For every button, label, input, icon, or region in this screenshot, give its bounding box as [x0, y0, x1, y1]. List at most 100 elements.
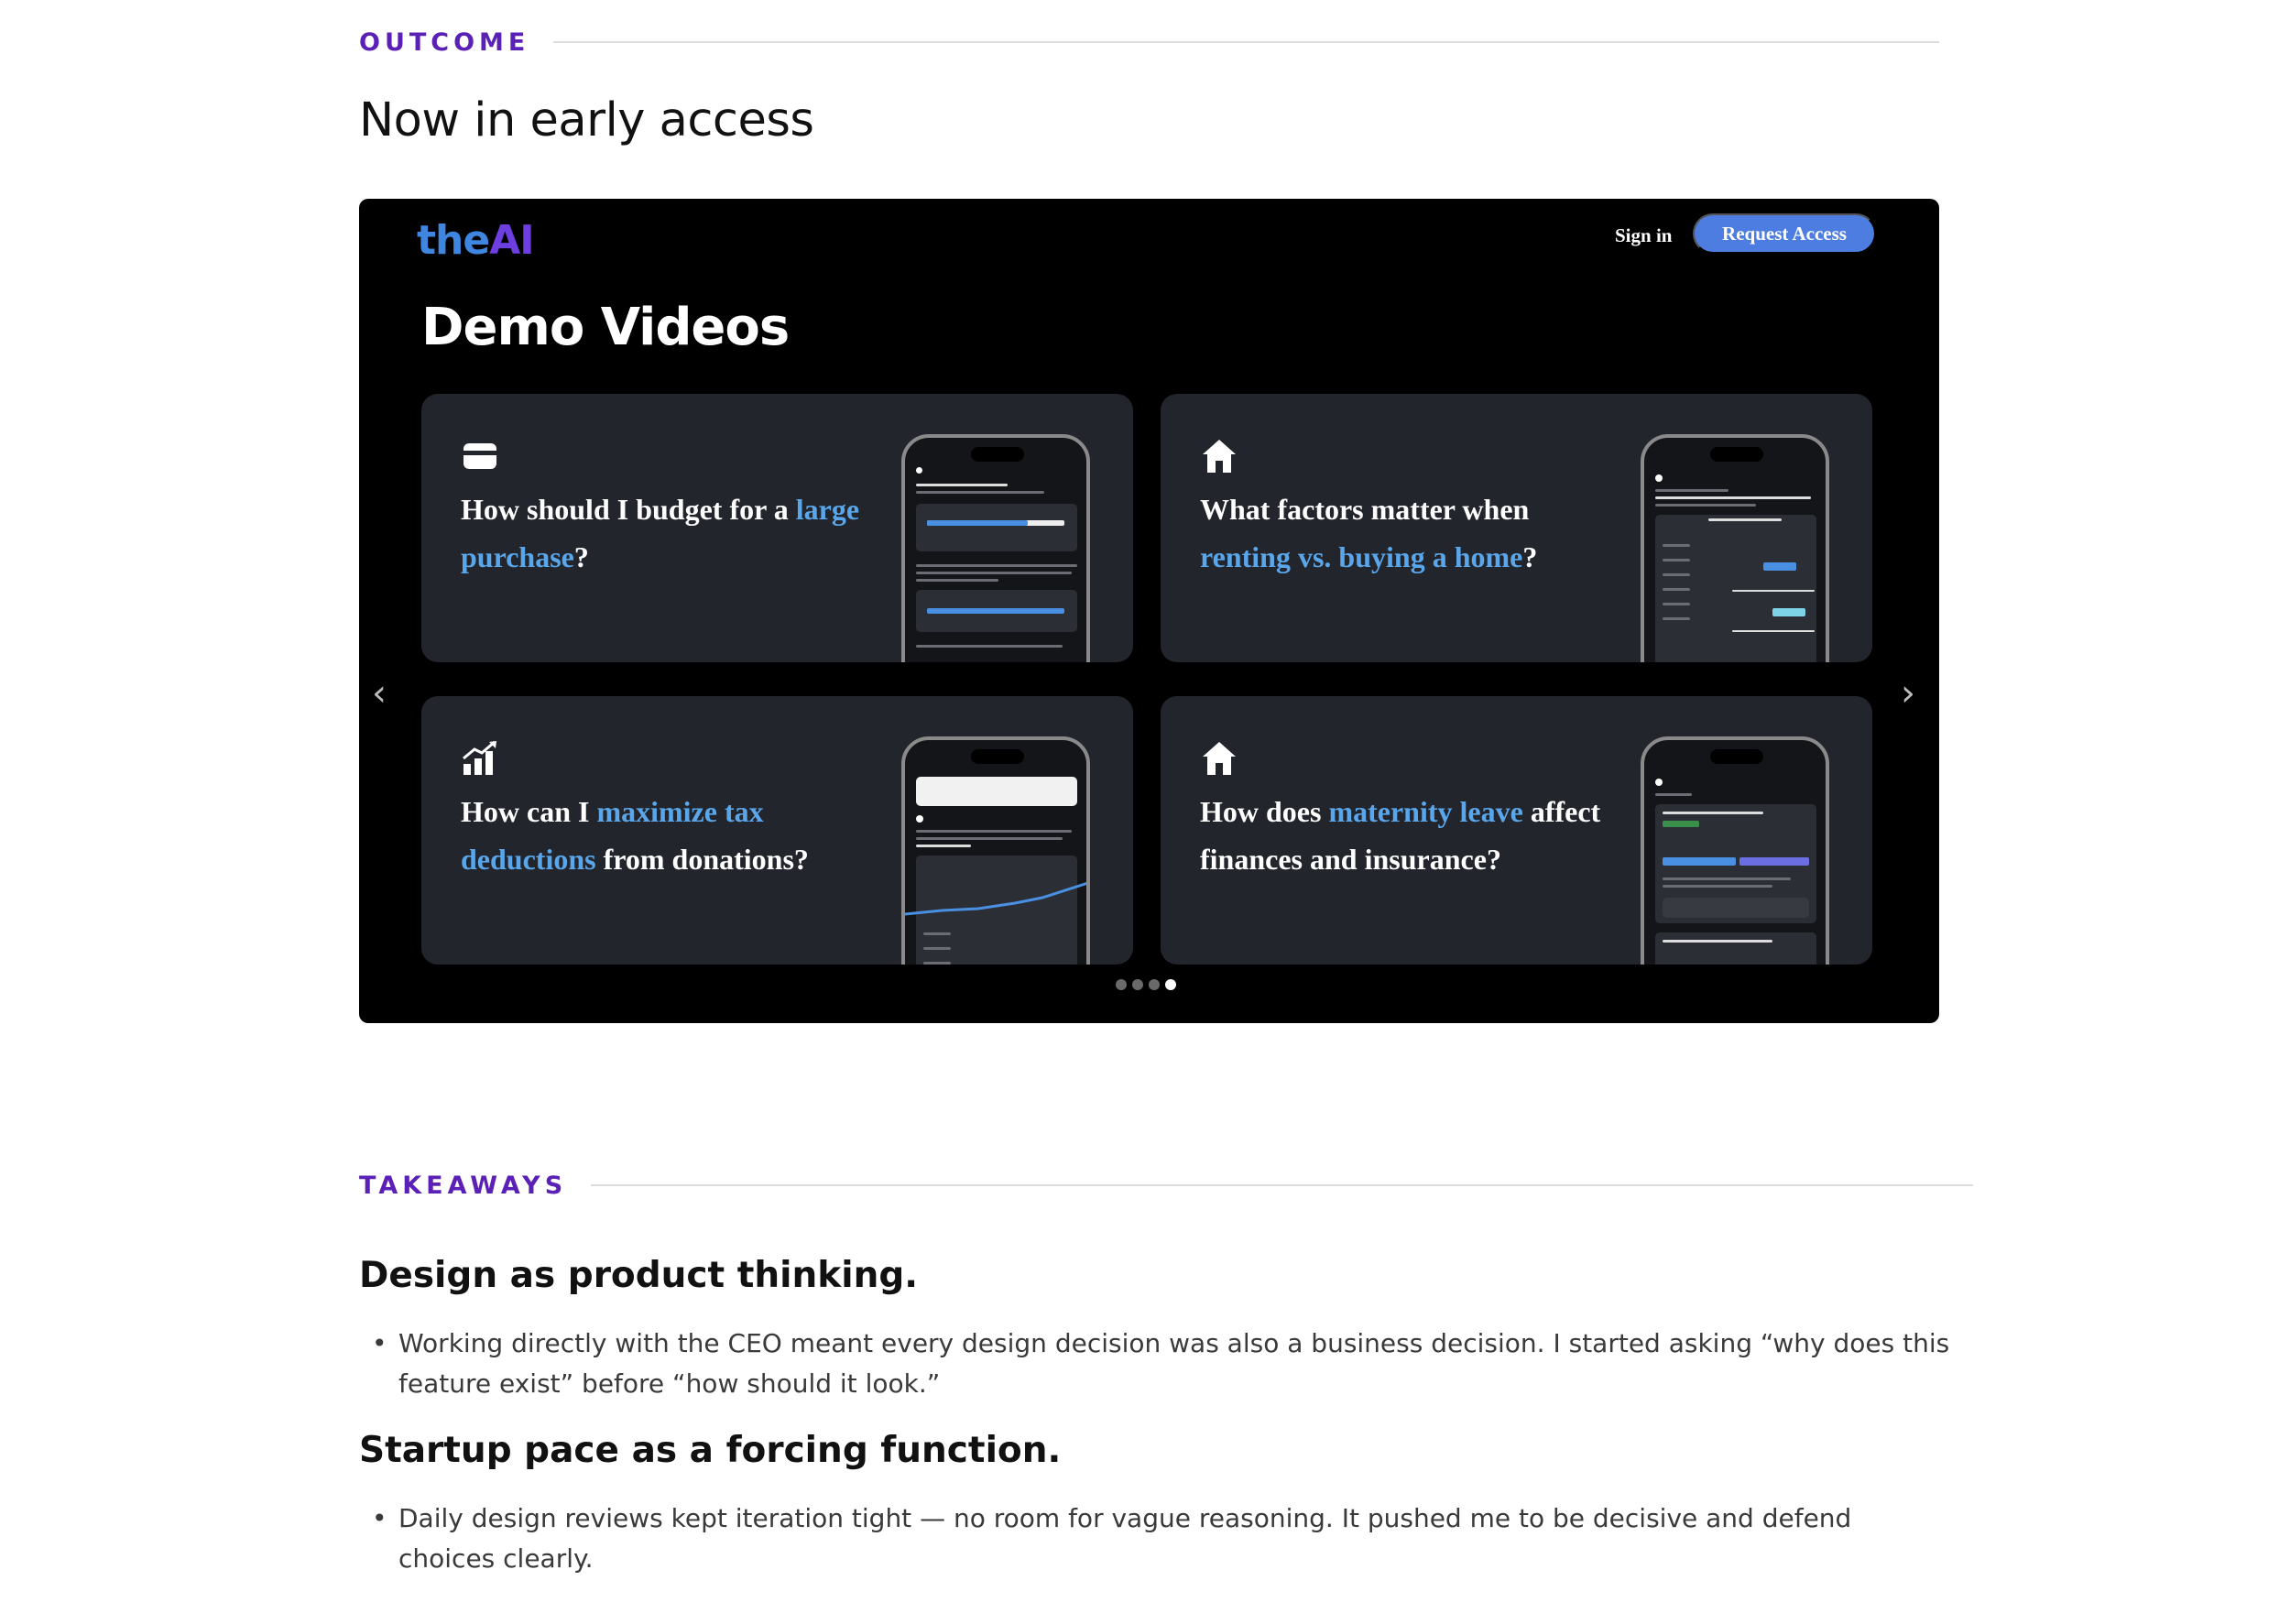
phone-mockup: [901, 434, 1090, 662]
phone-bar: [1663, 857, 1736, 866]
phone-notch: [1710, 447, 1763, 462]
carousel-dots: [1116, 979, 1176, 990]
phone-dot: [1655, 474, 1663, 482]
phone-line-chart: [905, 881, 1086, 916]
phone-line: [1655, 504, 1756, 507]
takeaways-section-header: TAKEAWAYS: [359, 1169, 1973, 1202]
demo-screenshot: theAI Sign in Request Access Demo Videos…: [359, 199, 1939, 1023]
phone-line: [1655, 496, 1811, 499]
card-question-text: How can I: [461, 795, 597, 828]
demo-card-maternity-leave[interactable]: How does maternity leave affect finances…: [1161, 696, 1872, 965]
takeaway-heading: Startup pace as a forcing function.: [359, 1430, 1062, 1471]
card-question: How should I budget for a large purchase…: [461, 485, 882, 581]
phone-bar: [927, 608, 1064, 614]
card-question-highlight: renting vs. buying a home: [1200, 540, 1523, 573]
phone-input: [916, 777, 1077, 806]
takeaway-list: Daily design reviews kept iteration tigh…: [359, 1499, 1953, 1579]
phone-line: [916, 579, 998, 582]
home-icon: [1203, 440, 1236, 473]
phone-line: [1663, 603, 1690, 605]
phone-line: [916, 645, 1063, 648]
phone-line: [916, 484, 1008, 486]
sign-in-link[interactable]: Sign in: [1615, 224, 1672, 247]
phone-line: [923, 962, 951, 965]
demo-card-rent-vs-buy[interactable]: What factors matter when renting vs. buy…: [1161, 394, 1872, 662]
page-title: Now in early access: [359, 93, 814, 147]
phone-bar: [927, 520, 1028, 526]
phone-card: [916, 504, 1077, 551]
phone-line: [1708, 518, 1782, 521]
divider: [591, 1184, 1973, 1186]
request-access-button[interactable]: Request Access: [1693, 213, 1876, 254]
phone-bar: [1739, 857, 1809, 866]
logo-part-1: the: [417, 217, 490, 264]
phone-line: [1732, 590, 1815, 592]
card-question: What factors matter when renting vs. buy…: [1200, 485, 1621, 581]
phone-notch: [1710, 749, 1763, 764]
card-question-text: from donations?: [595, 843, 809, 876]
phone-dot: [1655, 779, 1663, 786]
carousel-prev-button[interactable]: ‹: [372, 675, 399, 712]
phone-notch: [971, 749, 1024, 764]
phone-line: [1732, 630, 1815, 632]
logo-part-2: AI: [489, 217, 534, 264]
phone-line: [923, 947, 951, 950]
divider: [553, 41, 1939, 43]
phone-line: [1663, 617, 1690, 620]
phone-line: [923, 932, 951, 935]
phone-dot: [916, 815, 923, 823]
demo-card-budget[interactable]: How should I budget for a large purchase…: [421, 394, 1133, 662]
card-question: How can I maximize tax deductions from d…: [461, 788, 882, 883]
wallet-icon: [463, 443, 496, 469]
carousel-dot[interactable]: [1149, 979, 1160, 990]
phone-tag: [1763, 562, 1796, 571]
takeaway-heading: Design as product thinking.: [359, 1255, 919, 1296]
phone-tag: [1663, 821, 1699, 827]
phone-mockup: [1641, 434, 1829, 662]
phone-card: [1663, 898, 1809, 918]
phone-line: [916, 830, 1072, 833]
card-question: How does maternity leave affect finances…: [1200, 788, 1621, 883]
phone-line: [1663, 544, 1690, 547]
phone-line: [1663, 885, 1772, 888]
card-question-text: What factors matter when: [1200, 493, 1530, 526]
phone-line: [1663, 877, 1791, 880]
carousel-dot[interactable]: [1165, 979, 1176, 990]
home-icon: [1203, 742, 1236, 775]
phone-dot: [916, 467, 922, 474]
phone-line: [916, 837, 1063, 840]
carousel-dot[interactable]: [1116, 979, 1127, 990]
takeaway-list: Working directly with the CEO meant ever…: [359, 1324, 1953, 1404]
phone-tag: [1772, 608, 1805, 616]
card-question-text: ?: [573, 540, 589, 573]
list-item: Daily design reviews kept iteration tigh…: [359, 1499, 1953, 1579]
carousel-next-button[interactable]: ›: [1901, 675, 1928, 712]
phone-line: [1663, 812, 1763, 814]
demo-card-tax-deductions[interactable]: How can I maximize tax deductions from d…: [421, 696, 1133, 965]
logo[interactable]: theAI: [417, 217, 535, 264]
card-question-text: How should I budget for a: [461, 493, 796, 526]
carousel-dot[interactable]: [1132, 979, 1143, 990]
demo-title: Demo Videos: [421, 298, 790, 357]
phone-line: [916, 564, 1077, 567]
phone-mockup: [1641, 736, 1829, 965]
section-label: OUTCOME: [359, 27, 530, 57]
phone-line: [1663, 940, 1772, 943]
outcome-section-header: OUTCOME: [359, 26, 1939, 59]
phone-mockup: [901, 736, 1090, 965]
phone-line: [916, 845, 971, 847]
phone-line: [1663, 559, 1690, 561]
phone-line: [916, 572, 1072, 574]
phone-line: [1655, 793, 1692, 796]
phone-notch: [971, 447, 1024, 462]
phone-line: [1655, 489, 1728, 492]
card-question-text: ?: [1522, 540, 1538, 573]
list-item: Working directly with the CEO meant ever…: [359, 1324, 1953, 1404]
phone-card: [1655, 932, 1816, 965]
phone-line: [1663, 588, 1690, 591]
growth-chart-icon: [463, 740, 496, 775]
card-question-text: How does: [1200, 795, 1329, 828]
section-label: TAKEAWAYS: [359, 1171, 568, 1200]
phone-line: [916, 491, 1044, 494]
phone-line: [1663, 573, 1690, 576]
